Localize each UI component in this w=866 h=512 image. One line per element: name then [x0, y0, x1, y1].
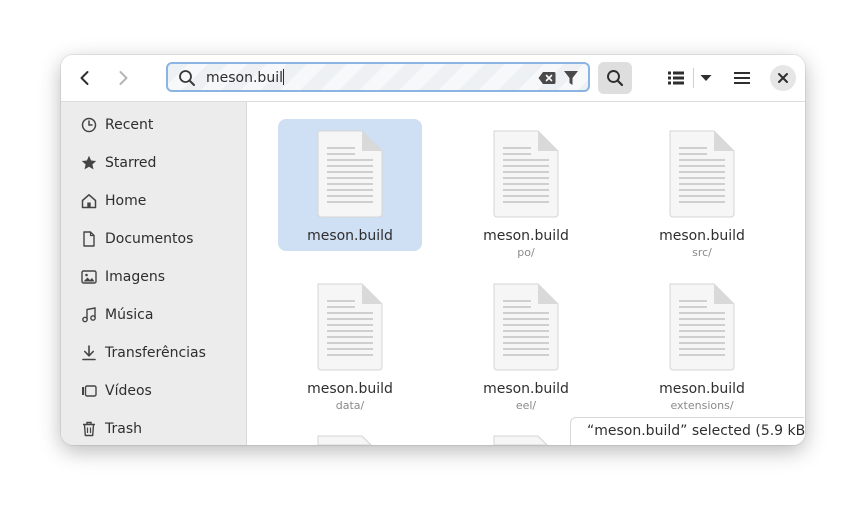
file-name: meson.build [483, 381, 569, 397]
file-name: meson.build [307, 381, 393, 397]
file-name: meson.build [659, 228, 745, 244]
search-input[interactable]: meson.buil [206, 69, 284, 87]
file-name: meson.build [483, 228, 569, 244]
search-entry[interactable]: meson.buil [166, 62, 590, 92]
file-item[interactable]: meson.build eel/ [454, 272, 598, 412]
sidebar-item-videos[interactable]: Vídeos [61, 372, 246, 410]
file-item[interactable]: meson.build po/ [454, 119, 598, 259]
sidebar-item-recent[interactable]: Recent [61, 106, 246, 144]
close-button[interactable] [770, 65, 796, 91]
image-icon [81, 270, 97, 284]
text-cursor [282, 69, 284, 85]
selection-status-floating-bar: “meson.build” selected (5.9 kB) [570, 417, 805, 445]
search-icon [607, 70, 624, 87]
file-name: meson.build [659, 381, 745, 397]
file-item[interactable]: meson.build data/ [278, 272, 422, 412]
file-location: extensions/ [670, 399, 734, 412]
file-grid: meson.build meson.build po/ meson.build … [247, 102, 805, 445]
text-file-icon-partial [493, 435, 548, 445]
view-mode-button[interactable] [665, 69, 687, 87]
sidebar-item-label: Home [105, 193, 147, 209]
file-name: meson.build [307, 228, 393, 244]
document-icon [83, 231, 95, 247]
file-item[interactable]: meson.build [278, 119, 422, 251]
text-file-icon-partial [317, 435, 372, 445]
sidebar-item-starred[interactable]: Starred [61, 144, 246, 182]
trash-icon [83, 421, 95, 437]
window-close-icon [778, 73, 788, 83]
selection-status-text: “meson.build” selected (5.9 kB) [587, 423, 805, 439]
sidebar-item-label: Música [105, 307, 154, 323]
sidebar-item-transferencias[interactable]: Transferências [61, 334, 246, 372]
music-icon [82, 307, 96, 323]
view-list-icon [668, 71, 684, 85]
file-location: src/ [692, 246, 712, 259]
filter-icon[interactable] [563, 69, 579, 87]
sidebar-item-imagens[interactable]: Imagens [61, 258, 246, 296]
sidebar-item-label: Documentos [105, 231, 194, 247]
download-icon [82, 345, 96, 361]
text-file-icon [669, 283, 735, 371]
sidebar-item-home[interactable]: Home [61, 182, 246, 220]
star-icon [81, 155, 97, 170]
places-sidebar: Recent Starred Home Documentos Imagens M… [61, 102, 247, 445]
search-icon [179, 70, 195, 86]
file-item[interactable]: meson.build src/ [630, 119, 774, 259]
sidebar-item-label: Transferências [105, 345, 206, 361]
hamburger-menu-icon [734, 72, 750, 84]
sidebar-item-label: Imagens [105, 269, 166, 285]
sidebar-item-label: Vídeos [105, 383, 152, 399]
search-toggle-button[interactable] [598, 62, 632, 94]
sidebar-item-trash[interactable]: Trash [61, 410, 246, 445]
edit-clear-icon[interactable] [538, 70, 556, 86]
clock-icon [81, 117, 97, 133]
file-manager-window: meson.buil Recent Starred Home Documento… [61, 55, 805, 445]
go-next-icon [119, 71, 128, 85]
file-location: data/ [335, 399, 365, 412]
go-previous-icon [80, 71, 89, 85]
file-item[interactable]: meson.build extensions/ [630, 272, 774, 412]
sidebar-item-documentos[interactable]: Documentos [61, 220, 246, 258]
view-button-separator [693, 68, 694, 88]
text-file-icon [493, 130, 559, 218]
sidebar-item-label: Recent [105, 117, 154, 133]
main-menu-button[interactable] [730, 67, 754, 89]
view-options-button[interactable] [698, 69, 714, 87]
text-file-icon [317, 130, 383, 218]
text-file-icon [669, 130, 735, 218]
sidebar-item-label: Starred [105, 155, 157, 171]
text-file-icon [317, 283, 383, 371]
back-button[interactable] [75, 68, 95, 88]
text-file-icon [493, 283, 559, 371]
sidebar-item-musica[interactable]: Música [61, 296, 246, 334]
pan-down-icon [700, 75, 712, 81]
search-query-text: meson.buil [206, 70, 283, 86]
home-icon [81, 194, 97, 209]
file-location: eel/ [515, 399, 537, 412]
sidebar-item-label: Trash [105, 421, 142, 437]
forward-button[interactable] [113, 68, 133, 88]
file-location: po/ [517, 246, 535, 259]
headerbar: meson.buil [61, 55, 805, 102]
video-icon [82, 385, 97, 397]
